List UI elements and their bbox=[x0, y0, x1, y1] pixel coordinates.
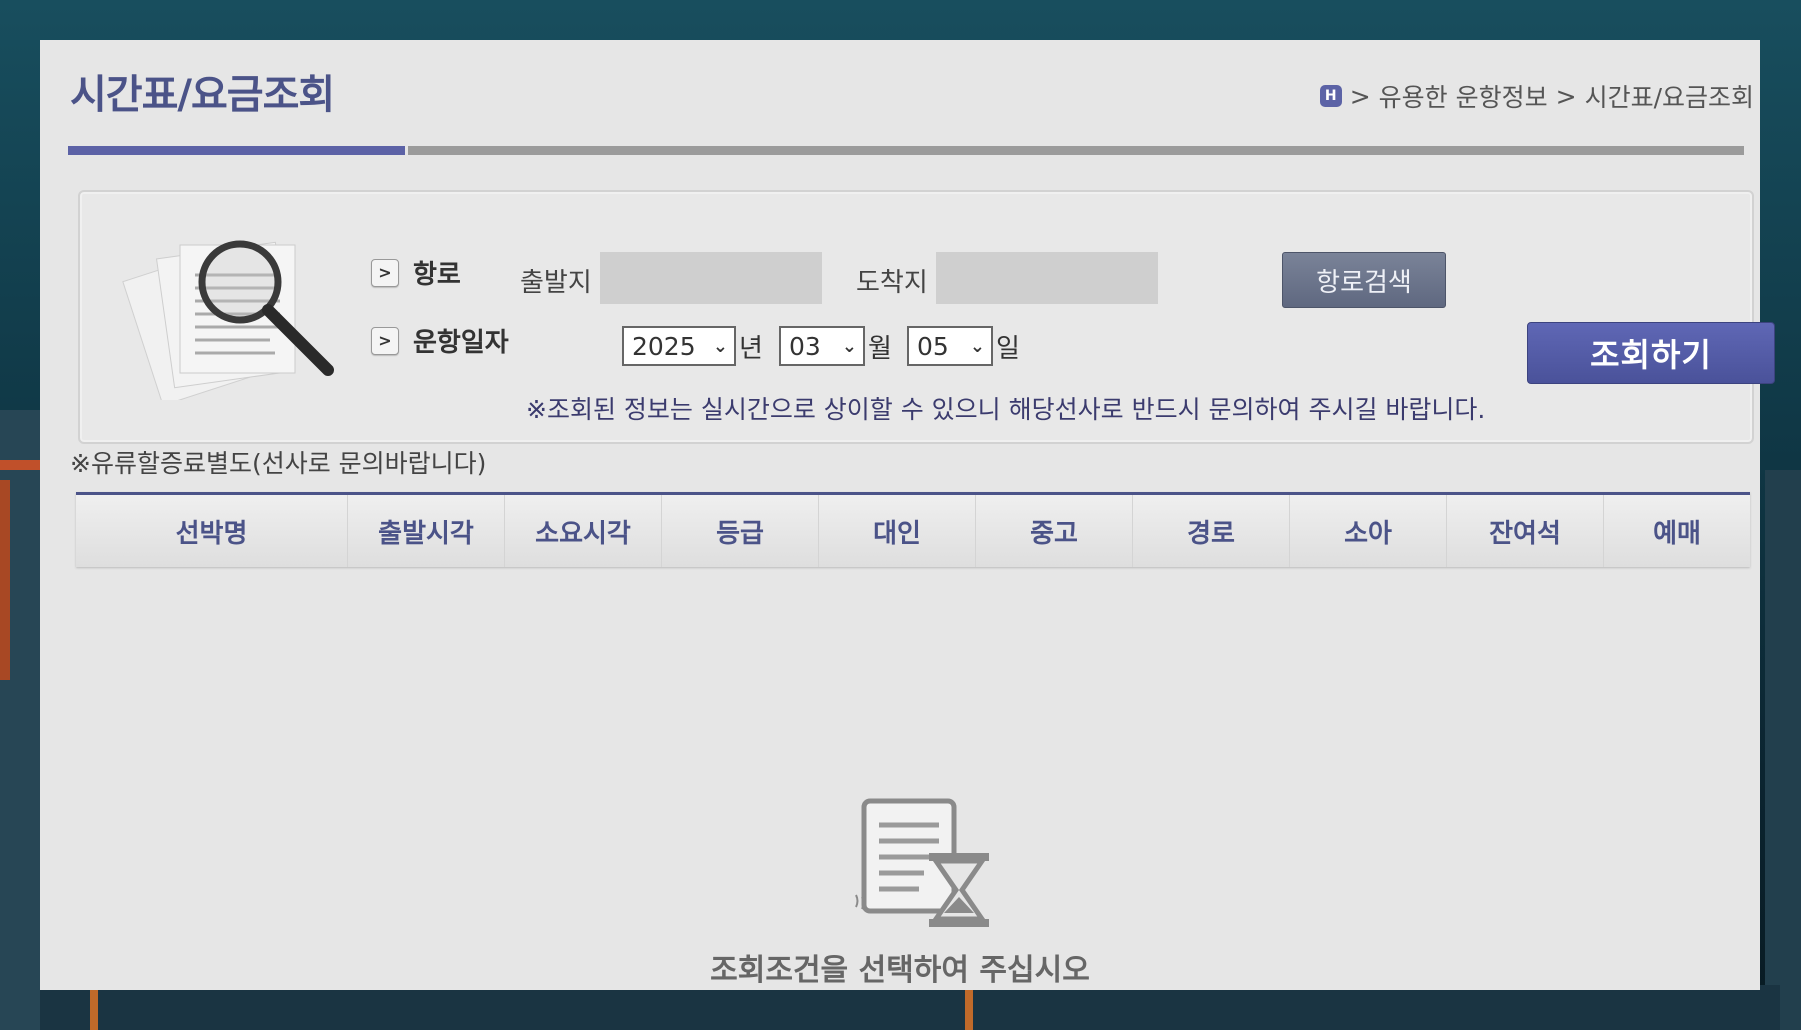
column-header-remaining-seats: 잔여석 bbox=[1447, 495, 1604, 567]
timetable-header: 선박명 출발시각 소요시각 등급 대인 중고 경로 소아 잔여석 예매 bbox=[76, 492, 1750, 567]
route-row-label: > 항로 bbox=[371, 254, 461, 291]
chevron-down-icon: ⌄ bbox=[841, 335, 857, 357]
magnifier-documents-icon bbox=[122, 240, 334, 400]
route-search-button[interactable]: 항로검색 bbox=[1282, 252, 1446, 308]
chevron-right-icon: > bbox=[371, 258, 399, 287]
chevron-right-icon: > bbox=[371, 326, 399, 355]
background-buildings-bottom bbox=[40, 985, 1780, 1030]
breadcrumb: H > 유용한 운항정보 > 시간표/요금조회 bbox=[1319, 78, 1754, 114]
page-title: 시간표/요금조회 bbox=[70, 72, 335, 118]
day-value: 05 bbox=[917, 331, 949, 361]
background-building-right bbox=[1765, 470, 1801, 1030]
year-value: 2025 bbox=[632, 331, 696, 361]
column-header-booking: 예매 bbox=[1653, 518, 1701, 549]
arrival-input[interactable] bbox=[936, 252, 1158, 304]
column-header-departure-time: 출발시각 bbox=[348, 495, 505, 567]
breadcrumb-separator: > bbox=[1349, 81, 1371, 111]
column-header-ship: 선박명 bbox=[76, 495, 348, 567]
departure-input[interactable] bbox=[600, 252, 822, 304]
title-underline-accent bbox=[68, 146, 405, 155]
timetable-panel: 시간표/요금조회 H > 유용한 운항정보 > 시간표/요금조회 > 항로 출발… bbox=[40, 40, 1775, 990]
realtime-notice: ※조회된 정보는 실시간으로 상이할 수 있으니 해당선사로 반드시 문의하여 … bbox=[526, 395, 1486, 424]
background-crane-pole bbox=[0, 480, 10, 680]
chevron-down-icon: ⌄ bbox=[969, 335, 985, 357]
column-header-adult: 대인 bbox=[819, 495, 976, 567]
month-value: 03 bbox=[789, 331, 821, 361]
search-form: > 항로 출발지 도착지 항로검색 > 운항일자 2025 ⌄ 년 03 ⌄ 월… bbox=[78, 190, 1775, 444]
date-row-label: > 운항일자 bbox=[371, 322, 509, 359]
breadcrumb-separator: > bbox=[1555, 81, 1577, 111]
month-select[interactable]: 03 ⌄ bbox=[779, 326, 865, 366]
day-select[interactable]: 05 ⌄ bbox=[907, 326, 993, 366]
breadcrumb-item-useful-info[interactable]: 유용한 운항정보 bbox=[1379, 78, 1548, 114]
home-icon[interactable]: H bbox=[1319, 85, 1342, 107]
month-unit: 월 bbox=[868, 334, 892, 364]
column-header-duration: 소요시각 bbox=[505, 495, 662, 567]
column-header-senior: 경로 bbox=[1133, 495, 1290, 567]
background-pole bbox=[90, 985, 98, 1030]
departure-label: 출발지 bbox=[520, 268, 592, 298]
document-hourglass-icon bbox=[855, 798, 989, 927]
fuel-surcharge-note: ※유류할증료별도(선사로 문의바랍니다) bbox=[70, 449, 487, 478]
background-pole bbox=[965, 985, 973, 1030]
search-submit-button[interactable]: 조회하기 bbox=[1527, 322, 1775, 384]
route-label: 항로 bbox=[413, 260, 461, 290]
chevron-down-icon: ⌄ bbox=[712, 335, 728, 357]
breadcrumb-item-current: 시간표/요금조회 bbox=[1584, 83, 1754, 112]
title-underline bbox=[68, 146, 1744, 155]
empty-state-message: 조회조건을 선택하여 주십시오 bbox=[710, 953, 1090, 988]
column-header-class: 등급 bbox=[662, 495, 819, 567]
background-crane-arm bbox=[0, 460, 40, 470]
year-select[interactable]: 2025 ⌄ bbox=[622, 326, 736, 366]
column-header-child: 소아 bbox=[1290, 495, 1447, 567]
day-unit: 일 bbox=[996, 334, 1020, 364]
column-header-teen: 중고 bbox=[976, 495, 1133, 567]
year-unit: 년 bbox=[739, 334, 763, 364]
date-label: 운항일자 bbox=[413, 328, 509, 358]
arrival-label: 도착지 bbox=[856, 268, 928, 298]
